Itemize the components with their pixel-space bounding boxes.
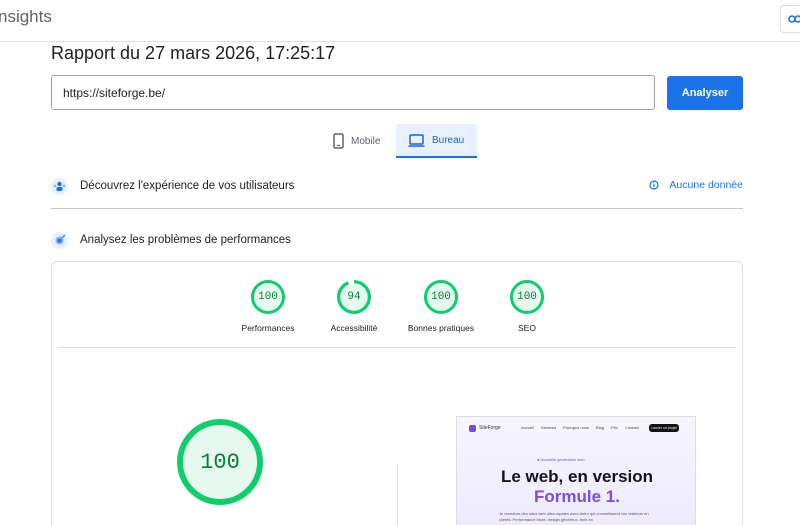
score-value: 100 [258, 291, 278, 303]
preview-cta-button: Lancer un projet [649, 424, 679, 432]
score-label: Bonnes pratiques [407, 323, 475, 333]
info-icon [649, 180, 660, 190]
app-title: nsights [0, 7, 52, 26]
top-bar: nsights [0, 0, 800, 42]
preview-logo-mark [469, 424, 476, 432]
smartphone-icon [333, 133, 344, 149]
users-icon [51, 177, 68, 195]
desktop-icon [408, 133, 425, 147]
perf-section-header: Analysez les problèmes de performances [51, 227, 743, 253]
score-accessibility[interactable]: 94 Accessibilité [304, 280, 404, 333]
tab-mobile[interactable]: Mobile [321, 124, 392, 158]
score-best-practices[interactable]: 100 Bonnes pratiques [391, 280, 491, 333]
preview-logo-text: SiteForge [479, 425, 501, 431]
preview-nav-link: Blog [596, 425, 605, 430]
preview-badge: ● Nouvelle génération web [537, 457, 585, 462]
perf-section-title: Analysez les problèmes de performances [80, 234, 291, 246]
preview-nav: SiteForge Accueil Services Pourquoi nous… [457, 417, 695, 439]
preview-nav-link: Pourquoi nous [563, 425, 590, 430]
share-link-button[interactable] [780, 5, 800, 33]
scores-panel: 100 Performances 94 Accessibilité 100 Bo… [51, 261, 743, 525]
ux-section-header: Découvrez l'expérience de vos utilisateu… [51, 173, 743, 199]
preview-headline: Le web, en version [500, 467, 654, 486]
score-gauge: 100 [424, 280, 458, 314]
score-gauge: 94 [337, 280, 371, 314]
url-input[interactable] [51, 75, 655, 110]
preview-nav-links: Accueil Services Pourquoi nous Blog Prix… [521, 425, 639, 430]
main-score-gauge: 100 [177, 419, 263, 505]
link-icon [788, 15, 800, 23]
score-label: SEO [518, 323, 536, 333]
tab-mobile-label: Mobile [351, 135, 381, 147]
page-screenshot-preview[interactable]: SiteForge Accueil Services Pourquoi nous… [456, 416, 696, 525]
preview-headline-accent: Formule 1. [534, 487, 620, 506]
vertical-separator [397, 465, 398, 525]
score-performance[interactable]: 100 Performances [218, 280, 318, 333]
preview-logo: SiteForge [469, 424, 501, 432]
preview-nav-link: Contact [624, 425, 639, 430]
diagnostics-icon [51, 231, 68, 249]
no-data-label: Aucune donnée [669, 179, 743, 191]
tab-desktop[interactable]: Bureau [396, 124, 477, 158]
ux-section-title: Découvrez l'expérience de vos utilisateu… [80, 180, 295, 192]
no-data-indicator[interactable]: Aucune donnée [649, 179, 743, 191]
score-value: 100 [517, 291, 537, 303]
score-value: 94 [347, 291, 361, 303]
analyze-button[interactable]: Analyser [667, 76, 743, 110]
preview-nav-link: Services [540, 425, 557, 430]
score-value: 100 [431, 291, 451, 303]
tab-desktop-label: Bureau [432, 134, 465, 146]
section-divider [51, 208, 743, 209]
score-seo[interactable]: 100 SEO [477, 280, 577, 333]
preview-nav-link: Prix [611, 425, 618, 430]
main-score-value: 100 [200, 449, 240, 475]
panel-divider [58, 347, 736, 348]
score-label: Accessibilité [330, 323, 378, 333]
preview-paragraph: Je construis des sites web ultra-rapides… [499, 511, 649, 522]
preview-nav-link: Accueil [521, 425, 534, 430]
report-title: Rapport du 27 mars 2026, 17:25:17 [51, 43, 336, 63]
score-gauge: 100 [251, 280, 285, 314]
score-label: Performances [241, 323, 295, 333]
score-gauge: 100 [510, 280, 544, 314]
